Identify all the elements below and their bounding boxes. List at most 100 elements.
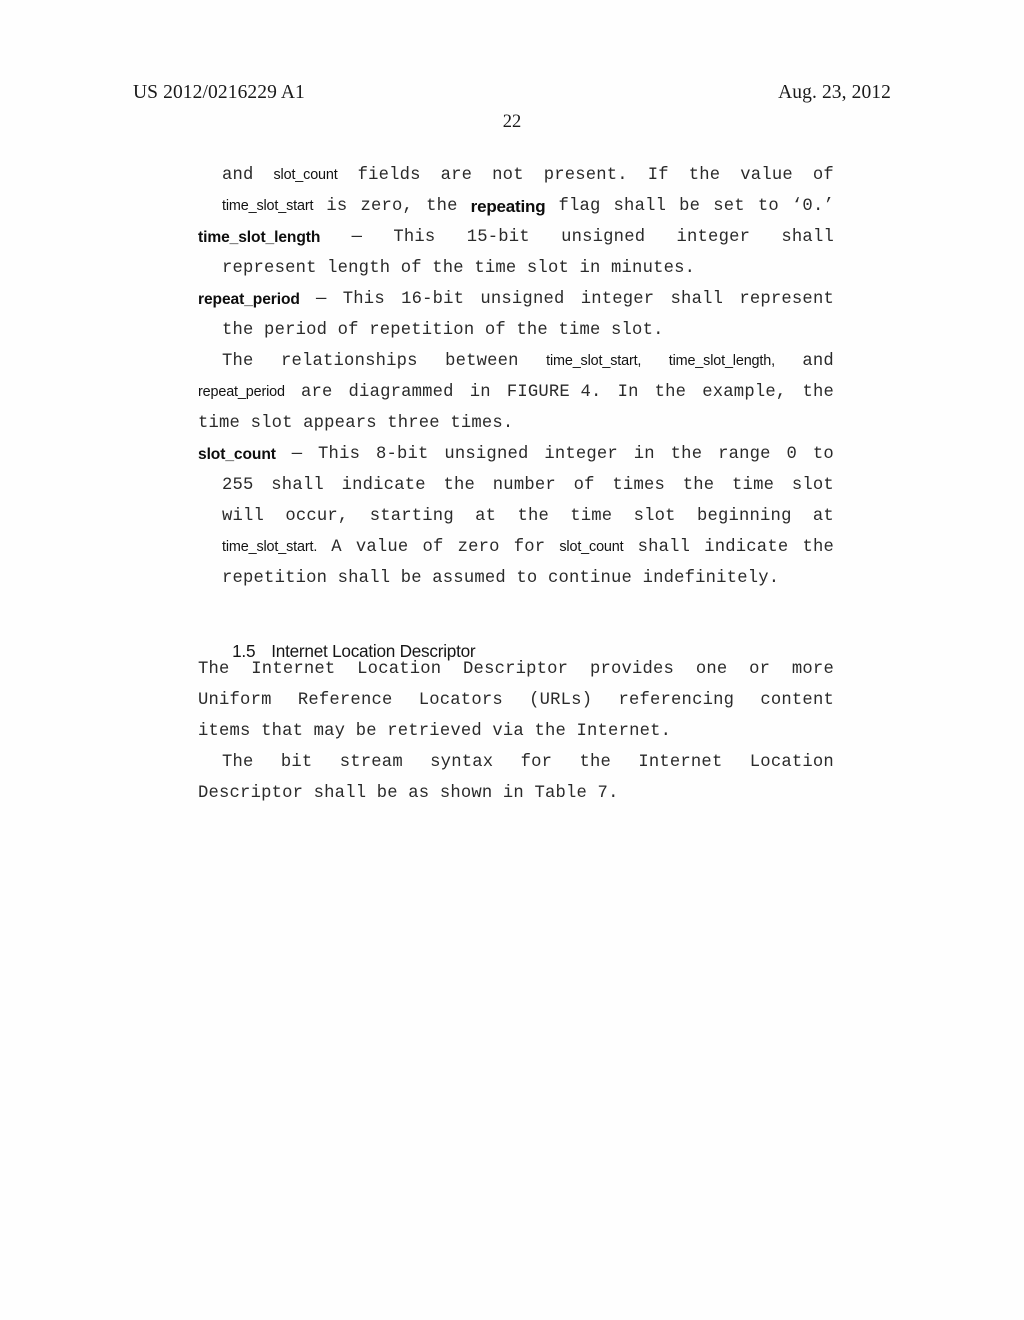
text-run: This — [318, 445, 361, 464]
text-run: the period of repetition of the time slo… — [222, 321, 664, 340]
text-run: — — [351, 228, 363, 247]
text-run: or — [749, 660, 771, 679]
text-line: slot_count — This 8-bit unsigned integer in the… — [196, 439, 834, 470]
text-run: for — [520, 753, 553, 772]
text-run: . — [608, 784, 619, 803]
field-name: slot_count — [198, 446, 276, 463]
text-run: time slot appears three times. — [198, 414, 514, 433]
text-run: represent — [739, 290, 834, 309]
text-run: ‘0.’ — [791, 197, 834, 216]
text-run: indicate — [704, 538, 789, 557]
text-run: will — [222, 507, 265, 526]
text-run: in — [633, 445, 655, 464]
text-run: items that may be retrieved via the Inte… — [198, 722, 672, 741]
publication-date: Aug. 23, 2012 — [778, 82, 891, 103]
text-run: (URLs) — [529, 691, 593, 710]
text-run: If — [647, 166, 669, 185]
text-run: shall — [670, 290, 724, 309]
text-line: Uniform Reference Locators (URLs) referencin… — [196, 685, 834, 716]
text-run: for — [513, 538, 546, 557]
text-run: at — [812, 507, 834, 526]
text-run: starting — [369, 507, 454, 526]
text-run: unsigned — [444, 445, 529, 464]
field-name: repeat_period — [198, 384, 285, 400]
text-line: repeat_period are diagrammed in FIGURE 4. In t… — [196, 377, 834, 408]
text-run: Descriptor shall be as shown in — [198, 784, 535, 803]
field-name: time_slot_length — [198, 229, 321, 246]
text-line: repeat_period — This 16-bit unsigned integer s… — [196, 284, 834, 315]
text-run: not — [492, 166, 524, 185]
text-line: time_slot_start. Avalue of zero for slot_coun… — [196, 532, 834, 563]
text-run: This — [393, 228, 436, 247]
text-run: provides — [589, 660, 675, 679]
text-run: integer — [580, 290, 655, 309]
text-run: syntax — [430, 753, 494, 772]
text-run: the — [517, 507, 549, 526]
text-line: time_slot_length — This 15-bit unsigned integ… — [196, 222, 834, 253]
text-run: shall — [781, 228, 834, 247]
text-run: number — [492, 476, 556, 495]
text-run: between — [445, 352, 519, 371]
text-run: Internet — [638, 753, 723, 772]
text-run: one — [695, 660, 728, 679]
text-run: more — [791, 660, 834, 679]
text-run: of — [573, 476, 595, 495]
text-run: range — [718, 445, 771, 464]
field-name: time_slot_start — [222, 198, 314, 214]
text-line: The relationships between time_slot_start, t… — [196, 346, 834, 377]
text-run: slot — [791, 476, 834, 495]
text-run: indicate — [341, 476, 426, 495]
text-run: the — [579, 753, 612, 772]
text-line: The bit stream syntax for the Internet Location — [196, 747, 834, 778]
text-run: bit — [280, 753, 313, 772]
text-run: In — [617, 383, 639, 402]
publication-number: US 2012/0216229 A1 — [133, 82, 305, 103]
field-name: time_slot_start, — [546, 353, 642, 369]
text-line: Descriptor shall be as shown in Table 7. — [196, 778, 834, 809]
text-run: unsigned — [561, 228, 646, 247]
running-head: US 2012/0216229 A1 Aug. 23, 2012 — [133, 82, 891, 106]
text-run: The — [222, 352, 254, 371]
text-line: time_slot_start is zero, the repeating flag sh… — [196, 191, 834, 222]
text-run: of — [422, 538, 444, 557]
text-run: Uniform — [198, 691, 272, 710]
text-line: 255 shall indicate the number of times the time s… — [196, 470, 834, 501]
text-run: stream — [339, 753, 403, 772]
text-run: referencing — [618, 691, 735, 710]
text-run: beginning — [696, 507, 792, 526]
text-run: repetition shall be assumed to continue … — [222, 569, 780, 588]
text-run: is — [326, 197, 348, 216]
text-run: and — [222, 166, 254, 185]
patent-page: US 2012/0216229 A1 Aug. 23, 2012 22 and s… — [0, 0, 1024, 1320]
text-run: slot — [633, 507, 676, 526]
text-run: diagrammed — [348, 383, 454, 402]
text-run: example, — [702, 383, 787, 402]
text-run: and — [802, 352, 834, 371]
text-run: time — [570, 507, 613, 526]
text-run: at — [475, 507, 497, 526]
text-run: Location — [357, 660, 442, 679]
text-line: will occur, starting at the time slot beginning… — [196, 501, 834, 532]
field-name: slot_count — [559, 539, 624, 555]
text-run: the — [802, 383, 834, 402]
emphasis-text: FIGURE 4. — [506, 383, 602, 402]
text-run: Reference — [297, 691, 393, 710]
text-run: value — [740, 166, 793, 185]
text-run: 255 — [222, 476, 254, 495]
text-run: be — [679, 197, 701, 216]
text-run: the — [802, 538, 834, 557]
text-run: to — [812, 445, 834, 464]
text-run: Descriptor — [463, 660, 569, 679]
text-run: set — [713, 197, 745, 216]
text-run: in — [469, 383, 491, 402]
text-run: Internet — [251, 660, 336, 679]
text-run: occur, — [285, 507, 349, 526]
text-run: 15-bit — [466, 228, 530, 247]
body-column-upper: and slot_count fields are not present. If the va… — [196, 160, 834, 594]
text-run: zero, — [360, 197, 414, 216]
text-line: time slot appears three times. — [196, 408, 834, 439]
text-run: the — [443, 476, 476, 495]
body-column-lower: The Internet Location Descriptor provides one… — [196, 654, 834, 809]
text-run: value — [355, 538, 409, 557]
text-run: The — [198, 660, 230, 679]
